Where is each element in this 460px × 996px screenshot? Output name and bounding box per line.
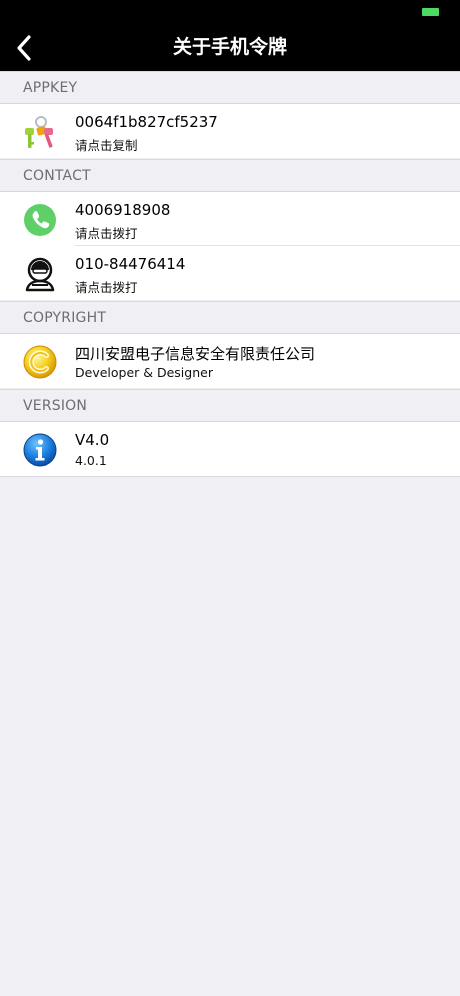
section-header-copyright: COPYRIGHT <box>0 301 460 334</box>
appkey-value: 0064f1b827cf5237 <box>75 113 218 131</box>
page-title: 关于手机令牌 <box>172 36 287 58</box>
status-bar <box>0 0 460 24</box>
appkey-row[interactable]: 0064f1b827cf5237 请点击复制 <box>0 104 460 158</box>
section-header-version: VERSION <box>0 389 460 422</box>
contact-landline-hint: 请点击拨打 <box>75 280 138 295</box>
phone-icon <box>22 202 58 238</box>
contact-phone-number: 4006918908 <box>75 201 171 219</box>
contact-phone-row[interactable]: 4006918908 请点击拨打 <box>0 192 460 246</box>
section-header-appkey: APPKEY <box>0 71 460 104</box>
copyright-role: Developer & Designer <box>75 365 213 380</box>
section-header-label: COPYRIGHT <box>23 310 107 326</box>
battery-icon <box>422 8 439 16</box>
section-header-label: APPKEY <box>23 80 78 96</box>
version-number: V4.0 <box>75 431 110 449</box>
contact-landline-row[interactable]: 010-84476414 请点击拨打 <box>0 246 460 300</box>
appkey-hint: 请点击复制 <box>75 138 138 153</box>
copyright-company: 四川安盟电子信息安全有限责任公司 <box>75 345 316 363</box>
navigation-bar: 关于手机令牌 <box>0 24 460 71</box>
info-icon <box>22 432 58 468</box>
section-header-contact: CONTACT <box>0 159 460 192</box>
section-header-label: VERSION <box>23 398 88 414</box>
headset-icon <box>22 256 58 292</box>
contact-phone-hint: 请点击拨打 <box>75 226 138 241</box>
copyright-row: 四川安盟电子信息安全有限责任公司 Developer & Designer <box>0 334 460 388</box>
contact-landline-number: 010-84476414 <box>75 255 186 273</box>
build-number: 4.0.1 <box>75 453 107 468</box>
version-row: V4.0 4.0.1 <box>0 422 460 476</box>
list-bottom-divider <box>0 476 460 477</box>
section-header-label: CONTACT <box>23 168 91 184</box>
keys-icon <box>22 114 58 150</box>
copyright-icon <box>22 344 58 380</box>
